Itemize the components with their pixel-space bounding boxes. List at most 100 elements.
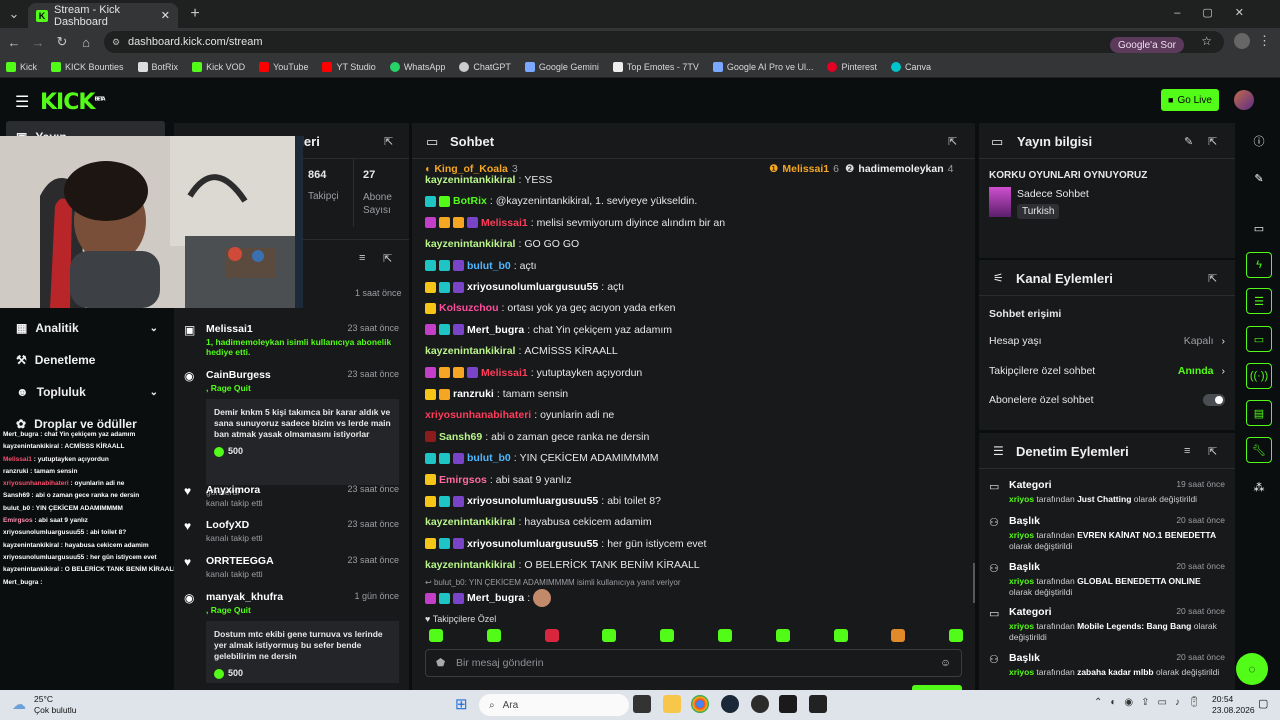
bookmark-item[interactable]: Kick VOD — [192, 61, 245, 72]
steam-icon[interactable] — [721, 695, 739, 713]
category-name[interactable]: Sadece Sohbet — [1017, 188, 1089, 200]
list-icon[interactable]: ☰ — [1246, 288, 1272, 314]
chat-username[interactable]: kayzenintankikiral — [425, 559, 515, 571]
emote-icon[interactable] — [486, 629, 501, 642]
user-avatar[interactable] — [1234, 90, 1254, 110]
emote-icon[interactable] — [660, 629, 675, 642]
bookmark-item[interactable]: KICK Bounties — [51, 61, 124, 72]
chat-username[interactable]: Mert_bugra — [467, 324, 524, 336]
popout-icon[interactable]: ⇱ — [1208, 135, 1217, 148]
go-live-button[interactable]: ■ Go Live — [1161, 89, 1219, 111]
layers-icon[interactable]: ▤ — [1246, 400, 1272, 426]
chat-message[interactable]: kayzenintankikiral: O BELERİCK TANK BENİM… — [425, 559, 700, 571]
chat-username[interactable]: xriyosunhanabihateri — [425, 409, 531, 421]
chat-username[interactable]: bulut_b0 — [467, 452, 511, 464]
chrome-icon[interactable] — [691, 695, 709, 713]
bookmark-item[interactable]: Google AI Pro ve Ul... — [712, 61, 813, 72]
chat-username[interactable]: bulut_b0 — [467, 260, 511, 272]
chat-message[interactable]: Kolsuzchou: ortası yok ya geç acıyon yada… — [425, 302, 676, 314]
bookmark-item[interactable]: WhatsApp — [389, 61, 445, 72]
chat-input[interactable]: ⬟ Bir mesaj gönderin ☺ — [425, 649, 962, 677]
close-tab-icon[interactable]: ✕ — [161, 9, 170, 22]
popout-icon[interactable]: ⇱ — [384, 135, 393, 148]
chat-message[interactable]: Sansh69: abi o zaman gece ranka ne dersin — [425, 431, 649, 443]
back-icon[interactable]: ← — [2, 30, 26, 54]
chat-username[interactable]: ranzruki — [453, 388, 494, 400]
filter-icon[interactable]: ≡ — [1184, 445, 1190, 457]
bookmark-item[interactable]: Canva — [891, 61, 931, 72]
chat-message[interactable]: xriyosunolumluargusuu55: her gün istiycem… — [425, 538, 706, 550]
broadcast-icon[interactable]: ((·)) — [1246, 363, 1272, 389]
chat-username[interactable]: BotRix — [453, 195, 487, 207]
reload-icon[interactable]: ↻ — [50, 30, 74, 54]
bookmark-item[interactable]: Google Gemini — [524, 61, 599, 72]
new-tab-button[interactable]: + — [183, 2, 207, 26]
tab-list-icon[interactable]: ⌄ — [2, 2, 26, 26]
emote-icon[interactable] — [833, 629, 848, 642]
emote-icon[interactable] — [544, 629, 559, 642]
help-chat-button[interactable]: ◌ — [1236, 653, 1268, 685]
emote-icon[interactable] — [775, 629, 790, 642]
emote-icon[interactable] — [891, 629, 906, 642]
chat-message[interactable]: xriyosunhanabihateri: oyunlarin adi ne — [425, 409, 614, 421]
chat-message[interactable]: Emirgsos: abi saat 9 yanlız — [425, 474, 572, 486]
chat-message[interactable]: Melissai1: yutuptayken açıyordun — [425, 367, 642, 379]
wrench-icon[interactable]: 🔧︎ — [1246, 437, 1272, 463]
pinned-user[interactable]: ❶ Melissai1 6 — [769, 163, 839, 175]
forward-icon[interactable]: → — [26, 30, 50, 54]
emote-icon[interactable] — [949, 629, 964, 642]
chat-username[interactable]: Emirgsos — [439, 474, 487, 486]
chat-message[interactable]: bulut_b0: açtı — [425, 260, 537, 272]
popout-icon[interactable]: ⇱ — [1208, 272, 1217, 285]
chat-username[interactable]: xriyosunolumluargusuu55 — [467, 538, 598, 550]
nav-item-analitik[interactable]: ▦ Analitik ⌄ — [16, 321, 158, 335]
browser-tab[interactable]: K Stream - Kick Dashboard ✕ — [28, 3, 178, 28]
bookmark-item[interactable]: ChatGPT — [459, 61, 511, 72]
chat-message[interactable]: xriyosunolumluargusuu55: abi toilet 8? — [425, 495, 661, 507]
emote-icon[interactable] — [602, 629, 617, 642]
profile-avatar[interactable] — [1234, 33, 1250, 49]
chat-scrollbar[interactable] — [973, 563, 975, 603]
home-icon[interactable]: ⌂ — [74, 30, 98, 54]
chat-message[interactable]: kayzenintankikiral: GO GO GO — [425, 238, 579, 250]
chat-message[interactable]: Mert_bugra: chat Yin çekiçem yaz adamım — [425, 324, 672, 336]
window-controls[interactable]: –▢✕ — [1174, 6, 1266, 19]
chat-username[interactable]: kayzenintankikiral — [425, 238, 515, 250]
chat-username[interactable]: xriyosunolumluargusuu55 — [467, 281, 598, 293]
chat-message[interactable]: Mert_bugra: — [425, 589, 552, 607]
lightning-icon[interactable]: ϟ — [1246, 252, 1272, 278]
chat-icon[interactable]: ▭ — [1246, 326, 1272, 352]
bookmark-item[interactable]: Kick — [6, 61, 37, 72]
bookmark-item[interactable]: BotRix — [137, 61, 178, 72]
bookmark-item[interactable]: YT Studio — [322, 61, 376, 72]
puzzle-icon[interactable]: ⁂ — [1246, 474, 1272, 500]
bookmark-item[interactable]: Top Emotes - 7TV — [612, 61, 699, 72]
chat-username[interactable]: Melissai1 — [481, 367, 528, 379]
site-info-icon[interactable]: ⚙ — [112, 37, 120, 48]
chat-username[interactable]: Melissai1 — [481, 217, 528, 229]
popout-icon[interactable]: ⇱ — [1208, 445, 1217, 458]
kick-logo[interactable]: KICKBETA — [40, 90, 106, 115]
chat-message[interactable]: Melissai1: melisi sevmiyorum diyince alın… — [425, 217, 725, 229]
filter-icon[interactable]: ≡ — [359, 252, 365, 264]
pinned-user[interactable]: ❷ hadimemoleykan 4 — [845, 163, 953, 175]
taskbar-search[interactable]: ⌕ Ara — [479, 694, 629, 716]
card-icon[interactable]: ▭ — [1246, 215, 1272, 241]
file-explorer-icon[interactable] — [663, 695, 681, 713]
menu-icon[interactable]: ⋮ — [1258, 33, 1271, 49]
bookmark-star-icon[interactable]: ☆ — [1201, 34, 1212, 48]
subscribers-only-toggle[interactable] — [1203, 394, 1225, 406]
chat-message[interactable]: kayzenintankikiral: hayabusa cekicem adam… — [425, 516, 652, 528]
bookmark-item[interactable]: YouTube — [259, 61, 308, 72]
chat-message[interactable]: kayzenintankikiral: ACMİSSS KİRAALL — [425, 345, 618, 357]
info-icon[interactable]: ⓘ — [1246, 128, 1272, 154]
tray-icons[interactable]: ⌃◐◉⇪▭♪🔋︎ — [1094, 697, 1209, 708]
nav-item-denetleme[interactable]: ⚒ Denetleme — [16, 353, 158, 367]
chat-username[interactable]: kayzenintankikiral — [425, 174, 515, 186]
chat-message[interactable]: ranzruki: tamam sensin — [425, 388, 568, 400]
bookmark-item[interactable]: Pinterest — [827, 61, 877, 72]
popout-icon[interactable]: ⇱ — [383, 252, 392, 265]
obs-icon[interactable] — [751, 695, 769, 713]
emote-icon[interactable] — [429, 629, 443, 642]
task-view-icon[interactable] — [633, 695, 651, 713]
